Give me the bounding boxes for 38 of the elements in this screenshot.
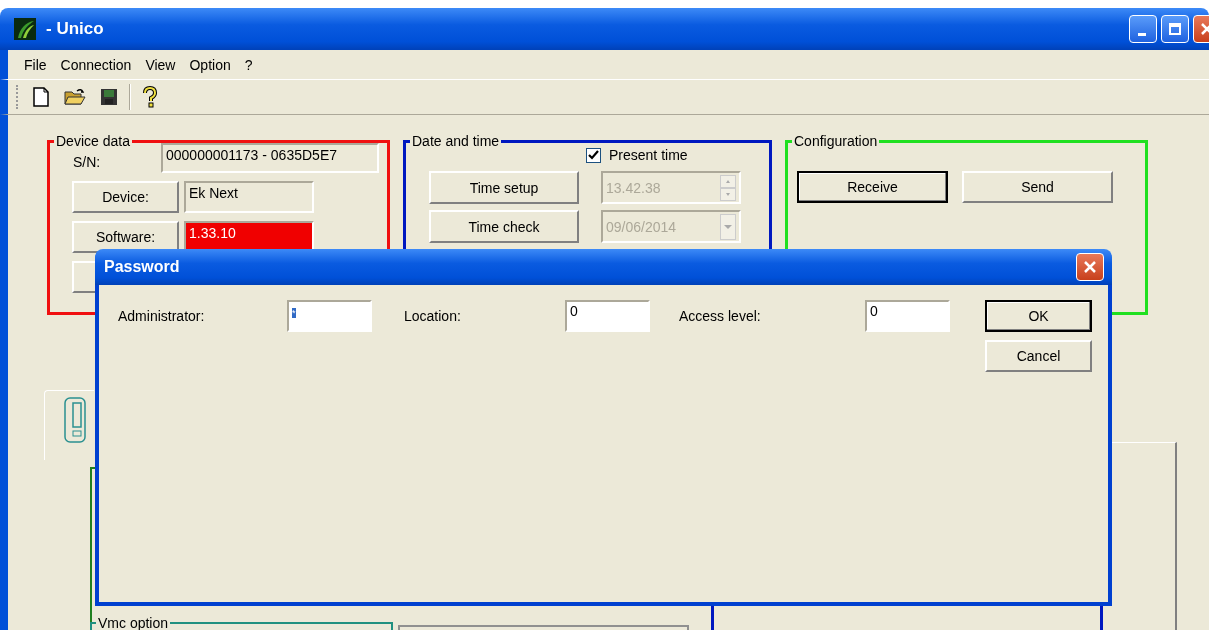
field-label: Location: [404,307,462,326]
menu-item[interactable]: View [145,56,176,73]
field-label: Administrator: [118,307,206,326]
intercom-icon [63,397,87,443]
menu-item[interactable]: Option [189,56,231,73]
group-title: Vmc option [97,615,170,630]
dialog-title: Password [104,258,180,276]
tab[interactable] [44,390,94,460]
input-field[interactable]: 0 [565,300,650,332]
dialog-button[interactable]: OK [985,300,1092,332]
maximize-icon [1168,22,1182,36]
maximize-button[interactable] [1161,15,1189,43]
dialog-button[interactable]: Cancel [985,340,1092,372]
checkbox-label: Present time [609,147,688,163]
serial-field: 000000001173 - 0635D5E7 [161,143,379,173]
serial-label: S/N: [72,153,102,170]
close-button[interactable] [1076,253,1104,281]
input-field[interactable]: 0 [865,300,950,332]
config-button[interactable]: Receive [797,171,948,203]
value-field: Ek Next [184,181,314,213]
minimize-icon [1138,32,1146,36]
device-info-button[interactable]: Device: [72,181,179,213]
menu-item[interactable]: File [24,56,47,73]
close-icon [1082,259,1098,275]
input-field[interactable]: * [287,300,372,332]
leaf-icon [14,18,36,40]
folder-icon[interactable] [61,88,89,106]
group-title: Date and time [411,133,501,149]
config-button[interactable]: Send [962,171,1113,203]
field-label: Access level: [679,307,762,326]
menu-item[interactable]: ? [244,56,253,73]
group-title: Device data [55,133,131,149]
menu-item[interactable]: Connection [60,56,132,73]
device-info-button[interactable]: Software: [72,221,179,253]
group-title: Configuration [793,133,879,149]
minimize-button[interactable] [1129,15,1157,43]
checkbox[interactable] [586,147,601,163]
window-title: - Unico [46,19,104,39]
